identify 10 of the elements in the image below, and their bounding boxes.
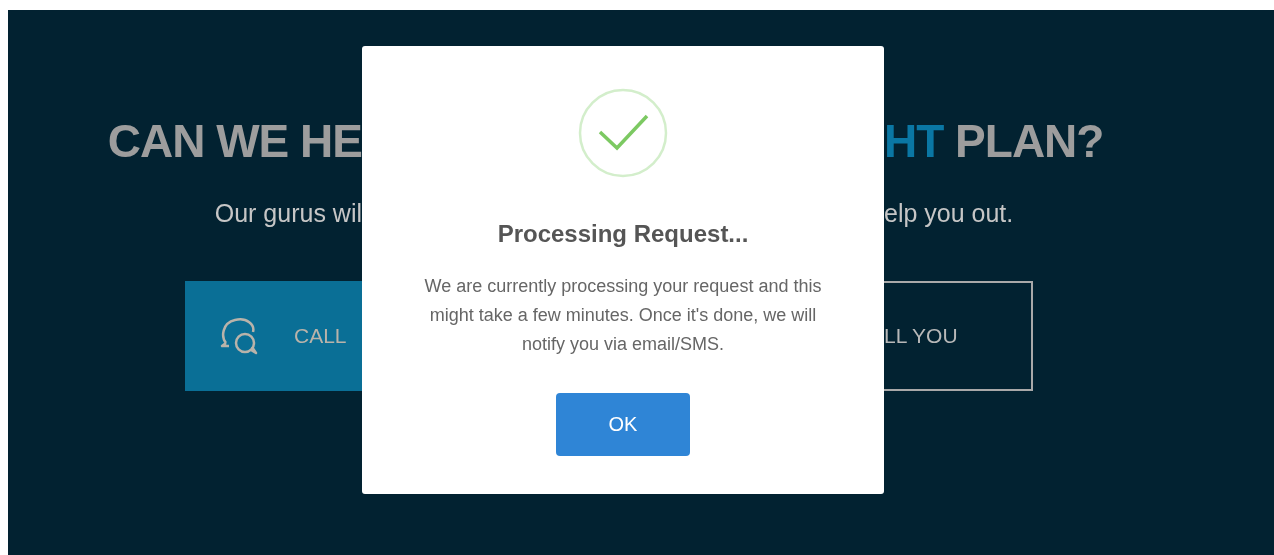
subtitle-text: Our gurus wil: [214, 198, 362, 228]
checkmark-icon: [578, 88, 668, 178]
subtitle-text: elp you out.: [884, 198, 1014, 228]
dialog-title: Processing Request...: [497, 220, 749, 248]
dialog-message: We are currently processing your request and this might take a few minutes. Once it's done, we will notify you via email/SMS.: [423, 275, 823, 356]
heading-highlight: HT: [884, 115, 944, 167]
heading-text: PLAN?: [954, 115, 1104, 167]
ok-button[interactable]: OK: [556, 393, 690, 456]
heading-text: CAN WE HE: [107, 115, 362, 167]
call-button[interactable]: CALL: [185, 281, 362, 391]
